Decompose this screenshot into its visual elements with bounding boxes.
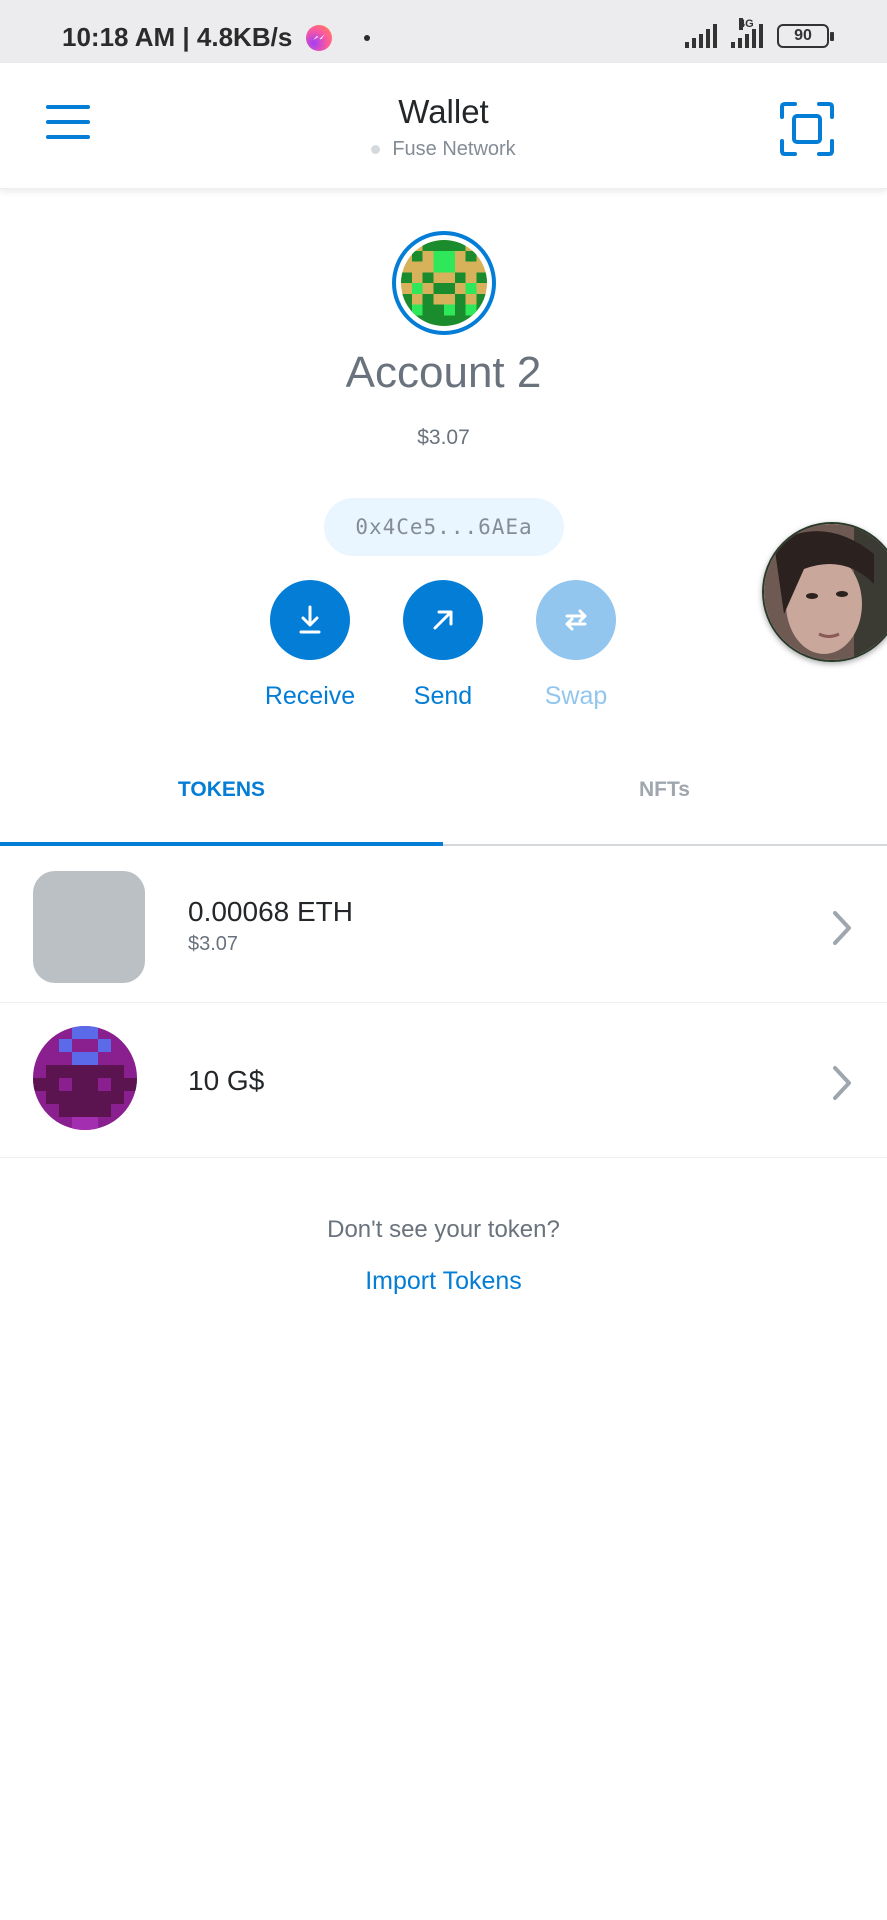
network-type-label: 4G — [739, 18, 754, 30]
token-fiat-value: $3.07 — [188, 933, 239, 955]
status-bar: 10:18 AM | 4.8KB/s 4G 90 — [0, 0, 887, 63]
status-right: 4G 90 — [685, 18, 834, 48]
network-indicator[interactable]: Fuse Network — [0, 138, 887, 161]
send-button[interactable]: Send — [388, 580, 498, 711]
account-balance: $3.07 — [417, 426, 470, 449]
messenger-icon — [306, 24, 333, 51]
send-label: Send — [413, 682, 473, 710]
account-name[interactable]: Account 2 — [0, 348, 887, 398]
token-row-eth[interactable]: 0.00068 ETH $3.07 — [0, 848, 887, 1003]
import-tokens-link[interactable]: Import Tokens — [0, 1267, 887, 1296]
missing-token-hint: Don't see your token? — [327, 1216, 560, 1243]
network-name: Fuse Network — [392, 138, 516, 160]
send-arrow-icon — [403, 580, 483, 660]
network-status-dot — [371, 145, 381, 155]
notification-dot — [364, 34, 371, 41]
receive-arrow-icon — [270, 580, 350, 660]
identicon-image — [401, 240, 487, 326]
battery-level: 90 — [794, 27, 812, 44]
token-amount: 10 G$ — [188, 1065, 265, 1096]
chevron-right-icon — [827, 1063, 857, 1103]
floating-video-bubble[interactable] — [762, 522, 887, 662]
page-title: Wallet — [398, 93, 489, 130]
swap-icon — [536, 580, 616, 660]
swap-label: Swap — [544, 682, 608, 710]
chevron-right-icon — [827, 908, 857, 948]
active-tab-indicator — [0, 842, 443, 846]
account-avatar[interactable] — [392, 231, 496, 335]
tab-tokens[interactable]: TOKENS — [0, 778, 443, 802]
status-left: 10:18 AM | 4.8KB/s — [62, 22, 371, 53]
eth-token-icon — [33, 871, 145, 983]
tab-nfts[interactable]: NFTs — [443, 778, 886, 802]
app-header: Wallet Fuse Network — [0, 63, 887, 189]
status-time-speed: 10:18 AM | 4.8KB/s — [62, 22, 293, 52]
token-amount: 0.00068 ETH — [188, 896, 353, 927]
asset-tabs: TOKENS NFTs — [0, 748, 887, 846]
qr-scan-icon[interactable] — [779, 101, 835, 157]
swap-button[interactable]: Swap — [521, 580, 631, 711]
battery-icon: 90 — [777, 24, 834, 48]
receive-label: Receive — [264, 682, 356, 710]
signal-icon — [685, 24, 717, 48]
gd-token-icon — [33, 1026, 145, 1138]
account-address-button[interactable]: 0x4Ce5...6AEa — [324, 498, 564, 556]
token-row-gd[interactable]: 10 G$ — [0, 1003, 887, 1158]
signal-4g-icon: 4G — [731, 18, 763, 48]
receive-button[interactable]: Receive — [255, 580, 365, 711]
